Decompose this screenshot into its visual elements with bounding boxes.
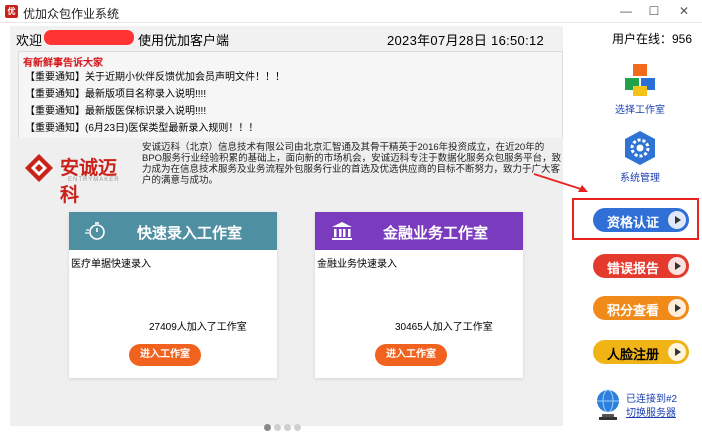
maximize-button[interactable]: ☐ bbox=[640, 2, 668, 20]
main-panel: 欢迎 使用优加客户端 2023年07月28日 16:50:12 有新鲜事告诉大家… bbox=[10, 26, 563, 431]
card-member-count: 27409人加入了工作室 bbox=[149, 322, 247, 333]
carousel-dot[interactable] bbox=[264, 424, 271, 431]
card-header: 金融业务工作室 bbox=[315, 212, 523, 250]
server-status: 已连接到#2 切换服务器 bbox=[592, 386, 702, 426]
company-emblem-icon bbox=[25, 154, 53, 182]
studio-card-quick-entry[interactable]: 快速录入工作室 医疗单据快速录入 27409人加入了工作室 进入工作室 bbox=[69, 212, 277, 378]
enter-studio-button[interactable]: 进入工作室 bbox=[375, 344, 447, 366]
gear-icon bbox=[625, 131, 655, 165]
studio-card-finance[interactable]: 金融业务工作室 金融业务快速录入 30465人加入了工作室 进入工作室 bbox=[315, 212, 523, 378]
points-view-button[interactable]: 积分查看 bbox=[593, 296, 689, 320]
card-member-count: 30465人加入了工作室 bbox=[395, 322, 493, 333]
card-subtitle: 医疗单据快速录入 bbox=[71, 259, 151, 270]
carousel-dot[interactable] bbox=[274, 424, 281, 431]
face-register-button[interactable]: 人脸注册 bbox=[593, 340, 689, 364]
card-header: 快速录入工作室 bbox=[69, 212, 277, 250]
server-connected-label: 已连接到#2 bbox=[626, 394, 678, 405]
notice-item[interactable]: 【重要通知】最新版医保标识录入说明!!!! bbox=[25, 102, 206, 117]
notice-item[interactable]: 【重要通知】最新版项目名称录入说明!!!! bbox=[25, 85, 206, 100]
company-description: 安诚迈科（北京）信息技术有限公司由北京汇智通及其骨干精英于2016年投资成立，在… bbox=[142, 142, 562, 186]
select-studio-label: 选择工作室 bbox=[615, 105, 665, 116]
carousel-dot[interactable] bbox=[284, 424, 291, 431]
error-report-button[interactable]: 错误报告 bbox=[593, 254, 689, 278]
minimize-button[interactable]: — bbox=[612, 2, 640, 20]
notice-title: 有新鲜事告诉大家 bbox=[23, 58, 103, 69]
carousel-dot[interactable] bbox=[294, 424, 301, 431]
qualification-label: 资格认证 bbox=[607, 215, 660, 230]
title-bar: 优 优加众包作业系统 — ☐ ✕ bbox=[0, 0, 702, 23]
face-register-label: 人脸注册 bbox=[607, 347, 660, 362]
current-datetime: 2023年07月28日 16:50:12 bbox=[387, 33, 545, 48]
system-manage-button[interactable]: 系统管理 bbox=[610, 130, 670, 184]
card-title: 快速录入工作室 bbox=[137, 225, 243, 242]
notice-item[interactable]: 【重要通知】关于近期小伙伴反馈优加会员声明文件！！！ bbox=[25, 68, 285, 83]
select-studio-button[interactable]: 选择工作室 bbox=[610, 62, 670, 116]
qualification-button[interactable]: 资格认证 bbox=[593, 208, 689, 232]
chevron-right-icon bbox=[668, 299, 686, 317]
chevron-right-icon bbox=[668, 211, 686, 229]
redacted-username bbox=[44, 30, 134, 45]
close-button[interactable]: ✕ bbox=[670, 2, 698, 20]
welcome-label: 欢迎 bbox=[16, 33, 43, 48]
online-users: 用户在线：956 bbox=[612, 32, 693, 46]
error-report-label: 错误报告 bbox=[607, 261, 660, 276]
welcome-suffix: 使用优加客户端 bbox=[138, 33, 230, 48]
chevron-right-icon bbox=[668, 343, 686, 361]
app-logo-icon: 优 bbox=[5, 5, 18, 18]
chevron-right-icon bbox=[668, 257, 686, 275]
company-logo: 安诚迈科 ENTRYMAKER bbox=[24, 150, 134, 206]
enter-studio-button[interactable]: 进入工作室 bbox=[129, 344, 201, 366]
studio-carousel: 安诚迈科 ENTRYMAKER 安诚迈科（北京）信息技术有限公司由北京汇智通及其… bbox=[10, 138, 563, 431]
bank-icon bbox=[332, 222, 352, 240]
system-manage-label: 系统管理 bbox=[620, 173, 660, 184]
card-subtitle: 金融业务快速录入 bbox=[317, 259, 397, 270]
card-title: 金融业务工作室 bbox=[383, 225, 489, 242]
carousel-pagination bbox=[264, 418, 304, 432]
globe-icon bbox=[597, 389, 619, 420]
stopwatch-icon bbox=[85, 222, 105, 240]
points-view-label: 积分查看 bbox=[607, 303, 660, 318]
annotation-arrow-icon bbox=[533, 173, 588, 192]
company-name-en: ENTRYMAKER bbox=[68, 177, 120, 183]
welcome-bar: 欢迎 使用优加客户端 2023年07月28日 16:50:12 bbox=[10, 26, 563, 50]
cubes-icon bbox=[625, 64, 655, 96]
switch-server-link[interactable]: 切换服务器 bbox=[626, 404, 676, 419]
window-title: 优加众包作业系统 bbox=[23, 7, 120, 21]
notice-item[interactable]: 【重要通知】(6月23日)医保类型最新录入规则！！！ bbox=[25, 119, 258, 134]
